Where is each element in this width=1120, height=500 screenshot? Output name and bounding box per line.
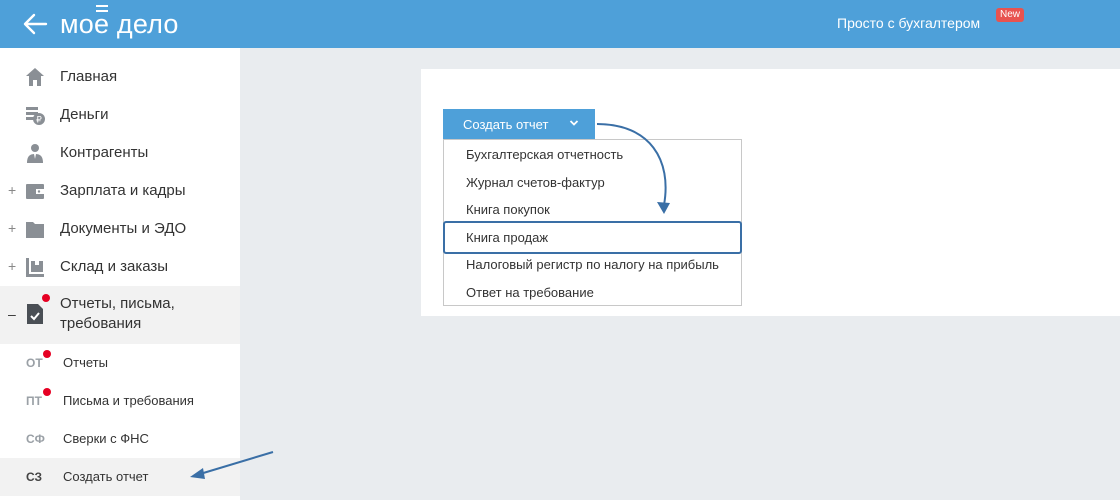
warehouse-icon xyxy=(26,258,44,277)
sidebar-subitem-fns-reconciliation[interactable]: СФ Сверки с ФНС xyxy=(0,420,240,458)
subitem-label: Отчеты xyxy=(63,355,108,370)
simple-with-accountant-link[interactable]: Просто с бухгалтером xyxy=(837,15,980,31)
sidebar-subitem-reports[interactable]: ОТ Отчеты xyxy=(0,344,240,382)
create-report-label: Создать отчет xyxy=(463,117,549,132)
arrow-left-icon[interactable] xyxy=(22,12,48,36)
sidebar-item-label: Главная xyxy=(60,68,118,85)
collapse-minus[interactable]: – xyxy=(8,306,16,322)
subitem-abbr: СФ xyxy=(26,432,45,446)
sidebar-item-label: требования xyxy=(60,315,142,332)
sidebar-item-warehouse[interactable]: + Склад и заказы xyxy=(0,248,240,286)
app-header: мое дело Просто с бухгалтером New xyxy=(0,0,1120,48)
sidebar-item-reports[interactable]: – Отчеты, письма, требования xyxy=(0,286,240,344)
highlight-box xyxy=(443,221,742,254)
svg-text:₽: ₽ xyxy=(36,116,42,126)
sidebar-item-label: Документы и ЭДО xyxy=(60,220,187,237)
subitem-label: Создать отчет xyxy=(63,469,149,484)
sidebar-item-documents[interactable]: + Документы и ЭДО xyxy=(0,210,240,248)
expand-plus[interactable]: + xyxy=(8,258,16,274)
dropdown-item-invoice-journal[interactable]: Журнал счетов-фактур xyxy=(466,175,605,190)
notification-dot xyxy=(43,388,51,396)
subitem-label: Сверки с ФНС xyxy=(63,431,149,446)
sidebar-subitem-create-report[interactable]: СЗ Создать отчет xyxy=(0,458,240,496)
subitem-abbr: СЗ xyxy=(26,470,43,484)
create-report-button[interactable]: Создать отчет xyxy=(443,109,595,139)
app-logo[interactable]: мое дело xyxy=(60,5,179,41)
dropdown-item-purchase-book[interactable]: Книга покупок xyxy=(466,202,550,217)
money-icon: ₽ xyxy=(26,107,45,126)
sidebar-item-label: Контрагенты xyxy=(60,144,149,161)
sidebar-item-label: Деньги xyxy=(60,106,109,123)
dropdown-item-requirement-reply[interactable]: Ответ на требование xyxy=(466,285,594,300)
person-icon xyxy=(27,144,43,163)
sidebar-item-salary[interactable]: + Зарплата и кадры xyxy=(0,172,240,210)
sidebar-item-label: Зарплата и кадры xyxy=(60,182,186,199)
sidebar-subitem-letters[interactable]: ПТ Письма и требования xyxy=(0,382,240,420)
chevron-down-icon xyxy=(569,120,579,126)
subitem-label: Письма и требования xyxy=(63,393,194,408)
dropdown-item-accounting-statements[interactable]: Бухгалтерская отчетность xyxy=(466,147,623,162)
wallet-icon xyxy=(26,184,44,199)
sidebar-item-label: Склад и заказы xyxy=(60,258,169,275)
home-icon xyxy=(26,68,44,86)
expand-plus[interactable]: + xyxy=(8,182,16,198)
subitem-abbr: ОТ xyxy=(26,356,43,370)
sidebar-item-home[interactable]: Главная xyxy=(0,58,240,96)
folder-icon xyxy=(26,222,44,238)
notification-dot xyxy=(42,294,50,302)
new-badge: New xyxy=(996,8,1025,22)
sidebar-item-contractors[interactable]: Контрагенты xyxy=(0,134,240,172)
subitem-abbr: ПТ xyxy=(26,394,42,408)
notification-dot xyxy=(43,350,51,358)
dropdown-item-profit-tax-register[interactable]: Налоговый регистр по налогу на прибыль xyxy=(466,257,719,272)
sidebar: Главная ₽ Деньги Контрагенты + Зарплата … xyxy=(0,48,240,500)
report-check-icon xyxy=(27,304,43,324)
sidebar-item-label: Отчеты, письма, xyxy=(60,295,175,312)
expand-plus[interactable]: + xyxy=(8,220,16,236)
sidebar-item-money[interactable]: ₽ Деньги xyxy=(0,96,240,134)
